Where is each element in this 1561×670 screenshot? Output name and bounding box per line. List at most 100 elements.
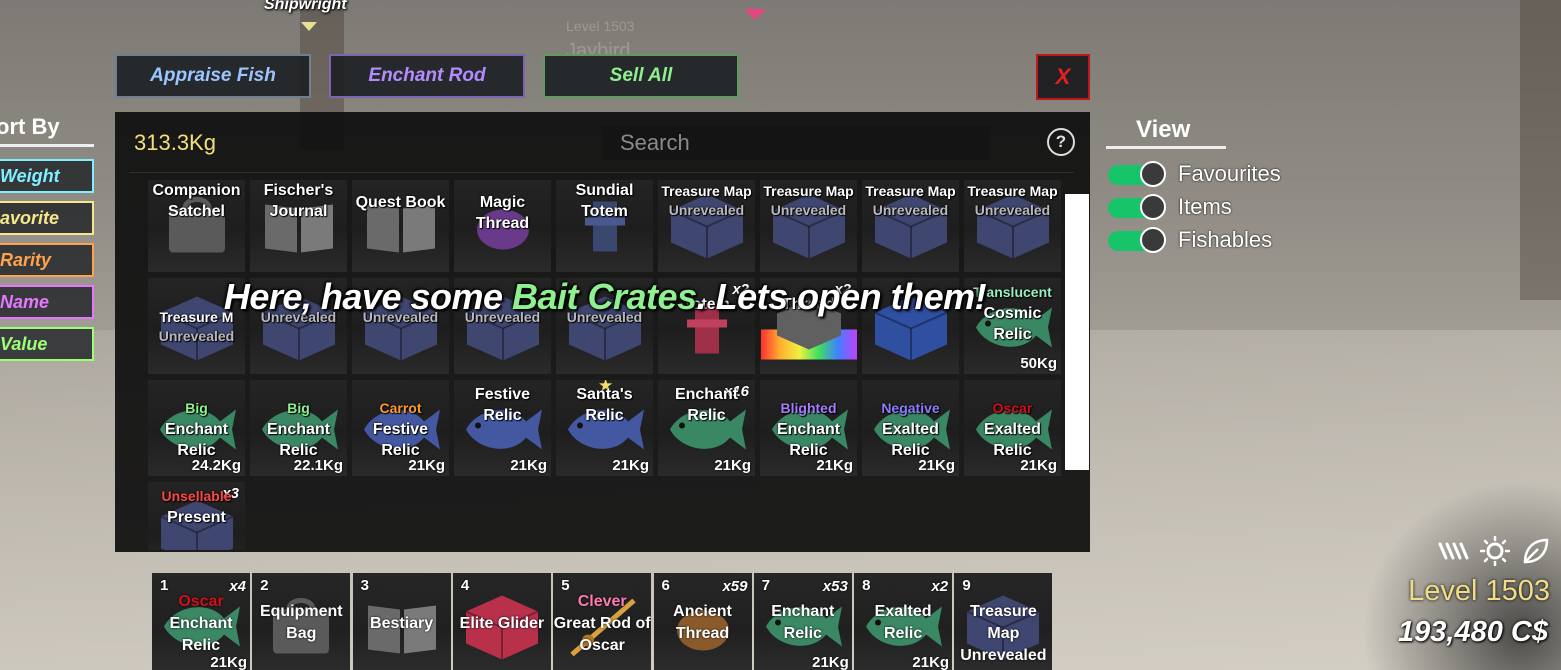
- item-weight: 21Kg: [510, 457, 547, 474]
- item-label: Festive Relic: [474, 386, 531, 424]
- inventory-grid: Companion Satchel Fischer's Journal Quest …: [148, 180, 1062, 550]
- item-name: Unsellable Present: [148, 486, 245, 528]
- item-rarity: Negative: [881, 400, 940, 416]
- hotbar-slot-number: 6: [661, 577, 670, 594]
- enchant-rod-button[interactable]: Enchant Rod: [329, 54, 525, 98]
- inventory-slot-sundial-totem[interactable]: Sundial Totem: [556, 180, 653, 272]
- toggle-label: Fishables: [1178, 226, 1273, 252]
- hotbar-slot-great-rod-of-oscar[interactable]: 5 Clever Great Rod of Oscar: [553, 573, 652, 670]
- item-weight: 21Kg: [812, 654, 849, 670]
- item-name: Ancient Thread: [654, 601, 752, 645]
- inventory-slot-quest-book[interactable]: Quest Book: [352, 180, 449, 272]
- leaf-icon: [1523, 538, 1549, 564]
- inventory-slot-exalted-relic[interactable]: Oscar Exalted Relic 21Kg: [964, 380, 1061, 476]
- hotbar-slot-number: 8: [862, 577, 871, 594]
- player-currency: 193,480 C$: [1398, 616, 1548, 648]
- sort-avorite-button[interactable]: avorite: [0, 201, 94, 235]
- item-name: Oscar Enchant Relic: [152, 591, 250, 657]
- item-label: Equipment Bag: [259, 603, 343, 642]
- hotbar-slot-number: 3: [360, 577, 369, 594]
- item-label: Treasure Map: [763, 183, 854, 199]
- toggle-fishables[interactable]: [1106, 226, 1168, 253]
- status-icons: [1436, 536, 1550, 566]
- sell-all-label: Sell All: [609, 65, 673, 86]
- background-post: [1520, 0, 1561, 300]
- item-label: Exalted Relic: [984, 421, 1041, 459]
- sort-value-button[interactable]: Value: [0, 327, 94, 361]
- item-weight: 22.1Kg: [293, 457, 343, 474]
- inventory-slot-present[interactable]: x3UnsellablePresent7Kg: [148, 482, 245, 550]
- item-name: Negative Exalted Relic: [862, 398, 959, 461]
- toggle-favourites[interactable]: [1106, 160, 1168, 187]
- inventory-slot-treasure-map[interactable]: Treasure Map Unrevealed: [658, 180, 755, 272]
- close-button[interactable]: X: [1036, 54, 1090, 100]
- item-label: Great Rod of Oscar: [553, 615, 651, 654]
- item-label: Exalted Relic: [874, 603, 932, 642]
- hotbar-slot-enchant-relic[interactable]: 7 x53 Enchant Relic 21Kg: [753, 573, 852, 670]
- item-label: Enchant Relic: [776, 421, 841, 459]
- inventory-slot-enchant-relic[interactable]: x16 Enchant Relic 21Kg: [658, 380, 755, 476]
- item-label: Enchant Relic: [266, 421, 331, 459]
- sell-all-button[interactable]: Sell All: [543, 54, 739, 98]
- hotbar-slot-elite-glider[interactable]: 4 Elite Glider: [452, 573, 551, 670]
- item-label: Treasure Map: [970, 603, 1037, 642]
- item-label: Sundial Totem: [575, 182, 634, 220]
- inventory-slot-fischer-s-journal[interactable]: Fischer's Journal: [250, 180, 347, 272]
- item-weight: 21Kg: [918, 457, 955, 474]
- toggle-items[interactable]: [1106, 193, 1168, 220]
- inventory-scrollbar[interactable]: [1065, 194, 1089, 470]
- toggle-knob: [1140, 160, 1166, 187]
- hotbar-slot-equipment-bag[interactable]: 2 Equipment Bag: [252, 573, 351, 670]
- hotbar-slot-exalted-relic[interactable]: 8 x2 Exalted Relic 21Kg: [854, 573, 953, 670]
- message-highlight: Bait Crates: [512, 276, 697, 317]
- inventory-slot-magic-thread[interactable]: Magic Thread: [454, 180, 551, 272]
- sort-divider: [0, 144, 94, 147]
- close-icon: X: [1055, 64, 1071, 89]
- item-name: Magic Thread: [454, 192, 551, 234]
- item-rarity: Clever: [577, 593, 627, 610]
- sort-rarity-button[interactable]: Rarity: [0, 243, 94, 277]
- item-label: Fischer's Journal: [263, 182, 334, 220]
- hotbar-slot-number: 7: [761, 577, 771, 594]
- item-name: Companion Satchel: [148, 180, 245, 222]
- item-label: Elite Glider: [459, 615, 545, 632]
- item-label: Treasure Map: [967, 183, 1058, 199]
- item-name: Treasure Map Unrevealed: [760, 182, 857, 220]
- item-name: Blighted Enchant Relic: [760, 398, 857, 461]
- item-rarity: Big: [287, 400, 310, 416]
- item-name: Exalted Relic: [854, 601, 952, 645]
- hotbar-slot-bestiary[interactable]: 3 Bestiary: [352, 573, 451, 670]
- inventory-slot-enchant-relic[interactable]: Blighted Enchant Relic 21Kg: [760, 380, 857, 476]
- hotbar-slot-treasure-map[interactable]: 9 Treasure Map Unrevealed: [954, 573, 1053, 670]
- inventory-slot-festive-relic[interactable]: Festive Relic 21Kg: [454, 380, 551, 476]
- view-divider: [1106, 146, 1226, 149]
- inventory-slot-treasure-map[interactable]: Treasure Map Unrevealed: [964, 180, 1061, 272]
- item-weight: 21Kg: [912, 654, 950, 670]
- inventory-slot-enchant-relic[interactable]: Big Enchant Relic 22.1Kg: [250, 380, 347, 476]
- search-input[interactable]: Search: [602, 126, 990, 160]
- item-name: Carrot Festive Relic: [352, 398, 449, 461]
- item-count: x59: [722, 578, 748, 595]
- bait-crate-message: Here, have some Bait Crates. Lets open t…: [0, 276, 1210, 318]
- inventory-slot-santa-s-relic[interactable]: ★ Santa's Relic 21Kg: [556, 380, 653, 476]
- item-rarity: Blighted: [780, 400, 837, 416]
- sort-weight-button[interactable]: Weight: [0, 159, 94, 193]
- hotbar-slot-ancient-thread[interactable]: 6 x59 Ancient Thread: [653, 573, 752, 670]
- appraise-fish-button[interactable]: Appraise Fish: [115, 54, 311, 98]
- item-subtitle: Unrevealed: [872, 202, 949, 218]
- npc-marker-icon: [301, 22, 317, 31]
- inventory-slot-treasure-map[interactable]: Treasure Map Unrevealed: [760, 180, 857, 272]
- enchant-rod-label: Enchant Rod: [368, 65, 486, 86]
- inventory-slot-enchant-relic[interactable]: Big Enchant Relic 24.2Kg: [148, 380, 245, 476]
- item-subtitle: Unrevealed: [158, 328, 235, 344]
- appraise-fish-label: Appraise Fish: [150, 65, 276, 86]
- hotbar-slot-number: 2: [260, 577, 269, 594]
- inventory-slot-festive-relic[interactable]: Carrot Festive Relic 21Kg: [352, 380, 449, 476]
- npc-name: Shipwright: [264, 0, 347, 13]
- inventory-slot-treasure-map[interactable]: Treasure Map Unrevealed: [862, 180, 959, 272]
- inventory-slot-exalted-relic[interactable]: Negative Exalted Relic 21Kg: [862, 380, 959, 476]
- hotbar-slot-enchant-relic[interactable]: 1 x4 Oscar Enchant Relic 21Kg: [152, 573, 250, 670]
- help-icon[interactable]: ?: [1047, 128, 1075, 156]
- inventory-slot-companion-satchel[interactable]: Companion Satchel: [148, 180, 245, 272]
- item-subtitle: Unrevealed: [960, 647, 1047, 664]
